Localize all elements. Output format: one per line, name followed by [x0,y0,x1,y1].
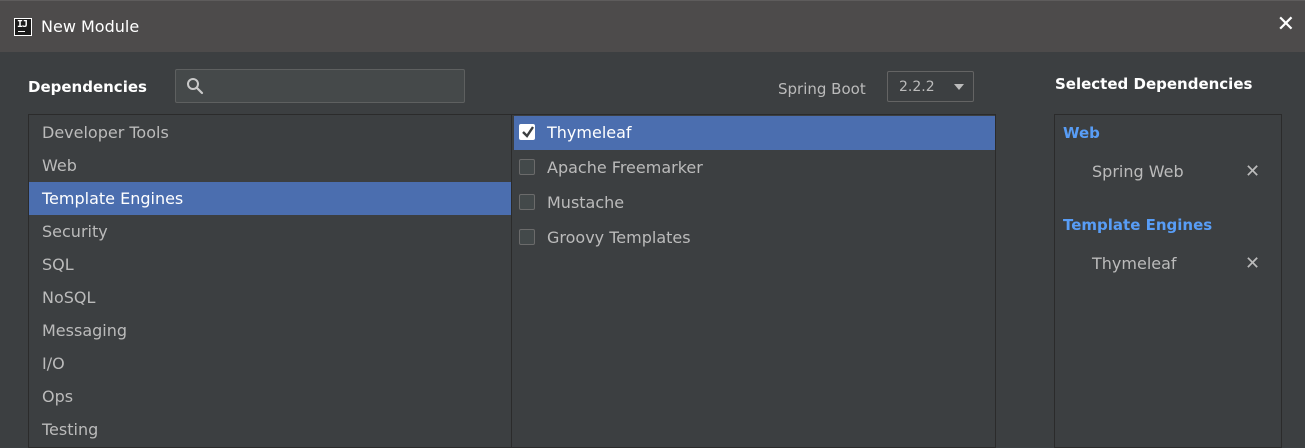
dependency-option-label: Groovy Templates [547,228,691,247]
remove-dependency-icon[interactable]: ✕ [1245,253,1260,274]
dependency-option-label: Apache Freemarker [547,158,703,177]
category-item[interactable]: I/O [29,347,511,380]
selected-dependencies-heading: Selected Dependencies [1055,75,1253,93]
dependency-option[interactable]: Thymeleaf [514,116,995,150]
title-bar: IJ New Module ✕ [0,0,1305,52]
checkbox[interactable] [519,229,535,245]
selected-group-title: Template Engines [1063,216,1213,234]
category-list: Developer Tools Web Template Engines Securi… [28,114,512,448]
checkbox-checked[interactable] [519,124,535,140]
category-item[interactable]: Web [29,149,511,182]
chevron-down-icon [954,84,964,90]
selected-dependencies-panel: Web Spring Web ✕ Template Engines Thymeleaf ✕ [1054,114,1282,448]
close-icon[interactable]: ✕ [1277,13,1295,37]
category-item[interactable]: SQL [29,248,511,281]
window-title: New Module [41,17,140,36]
category-item[interactable]: Ops [29,380,511,413]
category-item[interactable]: Template Engines [29,182,511,215]
selected-group-title: Web [1063,124,1100,142]
checkmark-icon [522,126,534,138]
spring-boot-version-value: 2.2.2 [899,79,935,95]
spring-boot-version-select[interactable]: 2.2.2 [887,71,974,102]
intellij-app-icon: IJ [14,18,32,36]
selected-dependency-item: Spring Web [1092,162,1184,181]
dependency-list: Thymeleaf Apache Freemarker Mustache Groovy… [511,114,996,448]
category-item[interactable]: Security [29,215,511,248]
category-item[interactable]: Messaging [29,314,511,347]
search-input[interactable] [175,69,465,103]
checkbox[interactable] [519,159,535,175]
dependency-option[interactable]: Groovy Templates [514,221,995,255]
category-item[interactable]: NoSQL [29,281,511,314]
dependency-option[interactable]: Mustache [514,186,995,220]
dependency-option-label: Thymeleaf [547,123,632,142]
dependency-option-label: Mustache [547,193,625,212]
dependencies-label: Dependencies [28,78,147,96]
spring-boot-label: Spring Boot [778,80,866,98]
selected-dependency-item: Thymeleaf [1092,254,1177,273]
category-item[interactable]: Developer Tools [29,116,511,149]
search-icon [187,78,204,95]
checkbox[interactable] [519,194,535,210]
remove-dependency-icon[interactable]: ✕ [1245,161,1260,182]
category-item[interactable]: Testing [29,413,511,446]
dependency-option[interactable]: Apache Freemarker [514,151,995,185]
